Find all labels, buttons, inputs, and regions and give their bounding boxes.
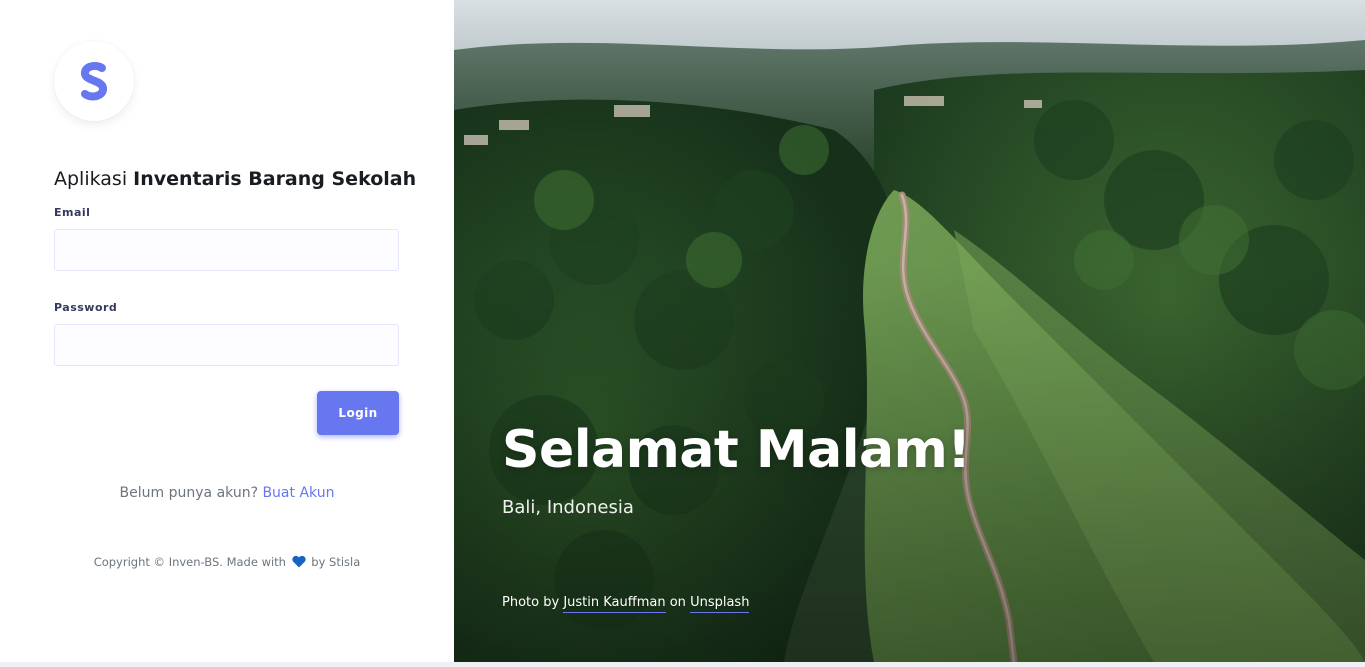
password-label: Password xyxy=(54,301,118,314)
credit-mid: on xyxy=(669,595,686,610)
stisla-logo xyxy=(54,41,134,121)
login-button[interactable]: Login xyxy=(317,391,399,435)
app-title-prefix: Aplikasi xyxy=(54,168,128,190)
copyright-footer: Copyright © Inven-BS. Made with by Stisl… xyxy=(0,555,454,571)
stisla-s-icon xyxy=(81,62,107,101)
heart-icon xyxy=(292,555,306,571)
location-text: Bali, Indonesia xyxy=(502,497,634,518)
hero-overlay xyxy=(454,0,1365,662)
create-account-link[interactable]: Buat Akun xyxy=(262,485,334,501)
unsplash-link[interactable]: Unsplash xyxy=(690,595,750,613)
photographer-link[interactable]: Justin Kauffman xyxy=(563,595,666,613)
hero-background: Selamat Malam! Bali, Indonesia Photo by … xyxy=(454,0,1365,662)
email-label: Email xyxy=(54,206,91,219)
login-panel: Aplikasi Inventaris Barang Sekolah Email… xyxy=(0,0,454,662)
signup-prompt: Belum punya akun? Buat Akun xyxy=(0,485,454,501)
app-title-strong: Inventaris Barang Sekolah xyxy=(133,168,417,190)
password-field[interactable] xyxy=(54,324,399,366)
signup-prompt-text: Belum punya akun? xyxy=(119,485,258,501)
app-title: Aplikasi Inventaris Barang Sekolah xyxy=(54,168,416,190)
copyright-by-text: by Stisla xyxy=(311,555,361,569)
copyright-text: Copyright © Inven-BS. Made with xyxy=(93,555,286,569)
credit-prefix: Photo by xyxy=(502,595,560,610)
greeting-heading: Selamat Malam! xyxy=(502,420,971,480)
bottom-strip xyxy=(0,662,1365,667)
email-field[interactable] xyxy=(54,229,399,271)
photo-credit: Photo by Justin Kauffman on Unsplash xyxy=(502,595,750,613)
